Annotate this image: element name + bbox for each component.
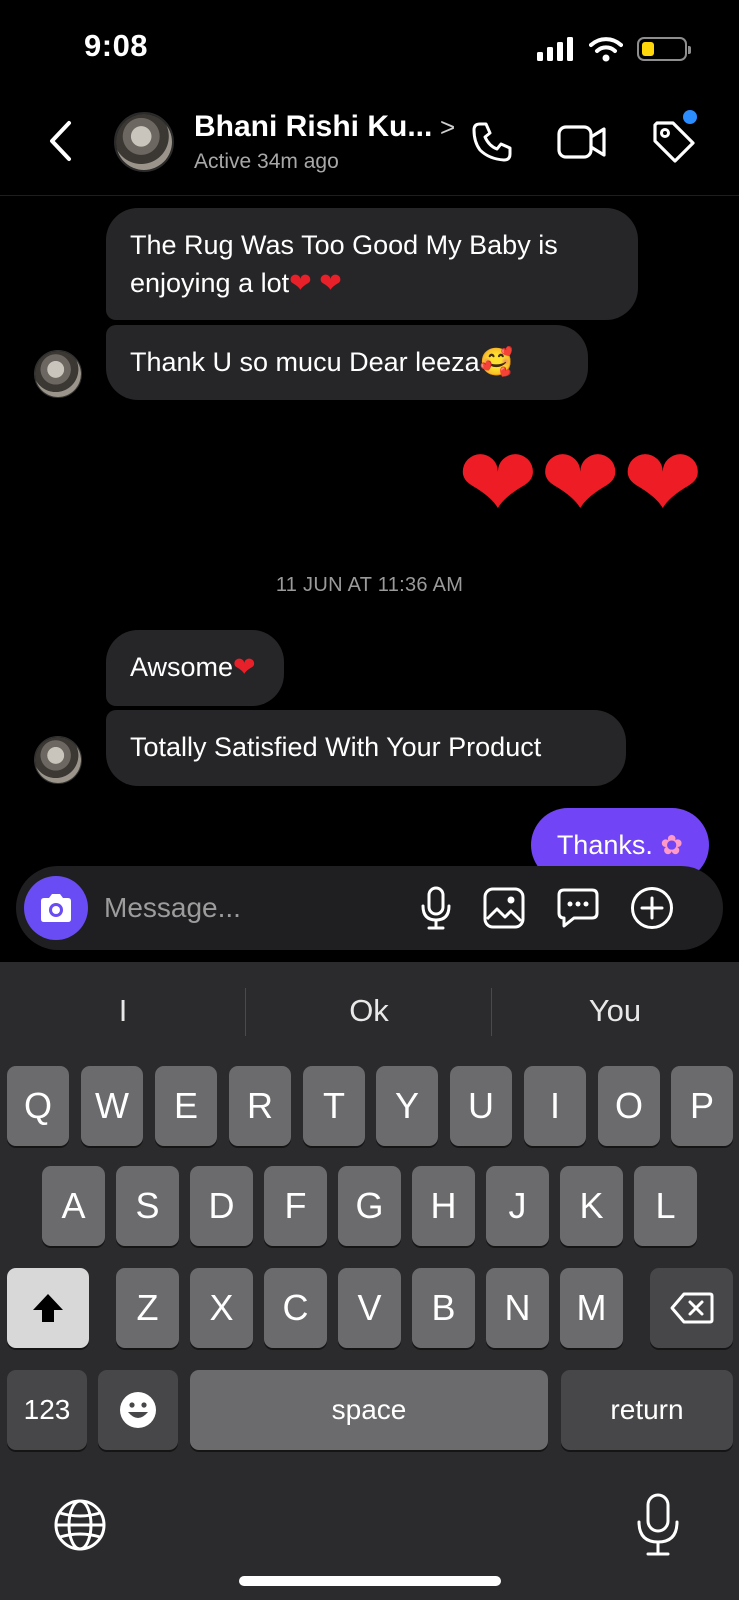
key-k[interactable]: K	[560, 1166, 623, 1246]
microphone-icon	[421, 886, 451, 930]
wifi-icon	[589, 37, 623, 62]
key-g[interactable]: G	[338, 1166, 401, 1246]
message-avatar[interactable]	[34, 350, 82, 398]
video-call-button[interactable]	[556, 116, 608, 168]
key-s[interactable]: S	[116, 1166, 179, 1246]
message-text: Totally Satisfied With Your Product	[130, 732, 542, 762]
chevron-right-icon[interactable]: >	[440, 112, 455, 143]
voice-message-button[interactable]	[412, 884, 460, 932]
message-input[interactable]	[104, 886, 404, 930]
emoji-icon	[120, 1392, 156, 1428]
message-bubble[interactable]: The Rug Was Too Good My Baby is enjoying…	[106, 208, 638, 320]
sent-hearts-message[interactable]: ❤❤❤	[458, 432, 705, 536]
key-y[interactable]: Y	[376, 1066, 438, 1146]
sent-message-text: Thanks.	[556, 830, 653, 860]
camera-icon	[41, 894, 71, 922]
shift-icon	[33, 1294, 63, 1322]
key-c[interactable]: C	[264, 1268, 327, 1348]
key-h[interactable]: H	[412, 1166, 475, 1246]
key-v[interactable]: V	[338, 1268, 401, 1348]
suggestion-bar: I Ok You	[0, 962, 739, 1060]
message-text: Thank U so mucu Dear leeza	[130, 347, 480, 377]
key-b[interactable]: B	[412, 1268, 475, 1348]
key-u[interactable]: U	[450, 1066, 512, 1146]
back-icon	[50, 121, 71, 161]
globe-icon[interactable]	[52, 1497, 108, 1553]
message-bubble[interactable]: Awsome❤	[106, 630, 284, 706]
cellular-signal-icon	[537, 37, 573, 61]
message-bubble[interactable]: Thank U so mucu Dear leeza🥰	[106, 325, 588, 400]
chat-header: Bhani Rishi Ku... > Active 34m ago	[0, 96, 739, 196]
phone-icon	[472, 122, 512, 162]
key-t[interactable]: T	[303, 1066, 365, 1146]
dictation-icon[interactable]	[630, 1492, 686, 1558]
message-avatar[interactable]	[34, 736, 82, 784]
key-l[interactable]: L	[634, 1166, 697, 1246]
key-m[interactable]: M	[560, 1268, 623, 1348]
cherry-blossom-emoji: ✿	[660, 830, 683, 860]
suggestion-item[interactable]: You	[492, 962, 738, 1060]
heart-emoji: ❤ ❤	[289, 268, 342, 298]
key-z[interactable]: Z	[116, 1268, 179, 1348]
suggestion-item[interactable]: Ok	[246, 962, 492, 1060]
contact-status: Active 34m ago	[194, 150, 339, 173]
contact-name[interactable]: Bhani Rishi Ku...	[194, 110, 432, 144]
status-icons	[537, 36, 691, 62]
back-button[interactable]	[40, 116, 80, 166]
sticker-icon	[557, 888, 599, 928]
heart-emoji: ❤	[233, 652, 256, 682]
key-q[interactable]: Q	[7, 1066, 69, 1146]
key-o[interactable]: O	[598, 1066, 660, 1146]
key-e[interactable]: E	[155, 1066, 217, 1146]
key-d[interactable]: D	[190, 1166, 253, 1246]
key-n[interactable]: N	[486, 1268, 549, 1348]
call-button[interactable]	[466, 116, 518, 168]
key-j[interactable]: J	[486, 1166, 549, 1246]
plus-icon	[631, 887, 673, 929]
message-text: The Rug Was Too Good My Baby is enjoying…	[130, 230, 558, 298]
message-bubble[interactable]: Totally Satisfied With Your Product	[106, 710, 626, 786]
gallery-button[interactable]	[480, 884, 528, 932]
delete-icon	[670, 1292, 713, 1324]
key-a[interactable]: A	[42, 1166, 105, 1246]
key-p[interactable]: P	[671, 1066, 733, 1146]
key-x[interactable]: X	[190, 1268, 253, 1348]
sticker-button[interactable]	[554, 884, 602, 932]
key-f[interactable]: F	[264, 1166, 327, 1246]
contact-avatar[interactable]	[114, 112, 174, 172]
tag-icon	[653, 121, 695, 163]
gallery-icon	[483, 887, 525, 929]
home-indicator	[239, 1576, 501, 1586]
camera-button[interactable]	[24, 876, 88, 940]
key-i[interactable]: I	[524, 1066, 586, 1146]
timestamp: 11 JUN AT 11:36 AM	[275, 574, 464, 596]
tag-button[interactable]	[648, 110, 700, 168]
status-bar: 9:08	[0, 0, 739, 96]
numbers-key[interactable]: 123	[7, 1370, 87, 1450]
key-w[interactable]: W	[81, 1066, 143, 1146]
space-key[interactable]: space	[190, 1370, 548, 1450]
video-icon	[557, 125, 606, 159]
status-time: 9:08	[84, 28, 149, 63]
key-r[interactable]: R	[229, 1066, 291, 1146]
more-options-button[interactable]	[628, 884, 676, 932]
notification-dot	[683, 110, 697, 124]
return-key[interactable]: return	[561, 1370, 733, 1450]
suggestion-item[interactable]: I	[0, 962, 246, 1060]
delete-key[interactable]	[650, 1268, 733, 1348]
message-text: Awsome	[130, 652, 234, 682]
emoji-key[interactable]	[98, 1370, 178, 1450]
smiling-face-with-hearts-emoji: 🥰	[479, 347, 514, 377]
message-composer	[16, 866, 723, 950]
keyboard: I Ok You Q W E R T Y U I O P A S D F G H…	[0, 962, 739, 1600]
shift-key[interactable]	[7, 1268, 89, 1348]
battery-icon	[637, 37, 691, 61]
